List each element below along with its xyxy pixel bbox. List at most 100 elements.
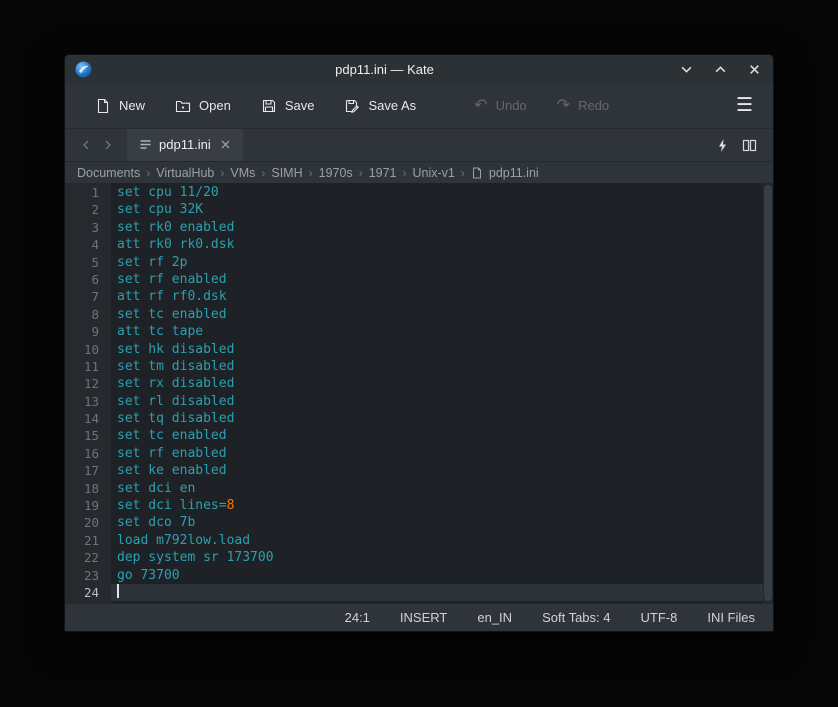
editor-line[interactable]: 5set rf 2p xyxy=(65,254,763,271)
editor-line[interactable]: 20set dco 7b xyxy=(65,514,763,531)
breadcrumb-item-vms[interactable]: VMs xyxy=(228,166,257,180)
status-encoding[interactable]: UTF-8 xyxy=(640,610,677,625)
save-as-button-label: Save As xyxy=(368,98,416,113)
editor-line[interactable]: 9att tc tape xyxy=(65,323,763,340)
line-number: 16 xyxy=(65,445,111,462)
new-button-label: New xyxy=(119,98,145,113)
line-code: set rl disabled xyxy=(111,393,763,410)
line-number: 19 xyxy=(65,497,111,514)
line-code xyxy=(111,584,763,601)
close-icon xyxy=(220,139,231,150)
split-view-button[interactable] xyxy=(736,135,763,156)
line-number: 15 xyxy=(65,427,111,444)
line-code: set dci en xyxy=(111,480,763,497)
save-as-button[interactable]: Save As xyxy=(334,92,426,120)
line-number: 3 xyxy=(65,219,111,236)
close-icon xyxy=(748,63,761,76)
tab-pdp11-ini[interactable]: pdp11.ini xyxy=(127,129,243,161)
text-cursor xyxy=(117,584,119,598)
history-back-button[interactable] xyxy=(75,133,97,157)
save-icon xyxy=(261,98,277,114)
line-code: set rf enabled xyxy=(111,271,763,288)
status-insert-mode[interactable]: INSERT xyxy=(400,610,447,625)
close-button[interactable] xyxy=(745,60,763,78)
breadcrumb-item-simh[interactable]: SIMH xyxy=(269,166,304,180)
editor-line[interactable]: 8set tc enabled xyxy=(65,306,763,323)
line-number: 8 xyxy=(65,306,111,323)
editor-line[interactable]: 3set rk0 enabled xyxy=(65,219,763,236)
editor-line[interactable]: 2set cpu 32K xyxy=(65,201,763,218)
breadcrumb-separator-icon: › xyxy=(216,166,228,180)
window-controls xyxy=(677,60,763,78)
scrollbar-handle[interactable] xyxy=(764,185,772,601)
line-number: 22 xyxy=(65,549,111,566)
editor-line[interactable]: 7att rf rf0.dsk xyxy=(65,288,763,305)
line-code: att rf rf0.dsk xyxy=(111,288,763,305)
editor-line[interactable]: 6set rf enabled xyxy=(65,271,763,288)
editor-line[interactable]: 13set rl disabled xyxy=(65,393,763,410)
breadcrumb-item-1971[interactable]: 1971 xyxy=(367,166,399,180)
breadcrumb-item-pdp11-ini[interactable]: pdp11.ini xyxy=(487,166,541,180)
breadcrumb-item-unix-v1[interactable]: Unix-v1 xyxy=(411,166,457,180)
editor-line[interactable]: 4att rk0 rk0.dsk xyxy=(65,236,763,253)
editor-line[interactable]: 15set tc enabled xyxy=(65,427,763,444)
maximize-button[interactable] xyxy=(711,60,729,78)
breadcrumb-item-documents[interactable]: Documents xyxy=(75,166,142,180)
breadcrumb-item-virtualhub[interactable]: VirtualHub xyxy=(154,166,216,180)
line-number: 11 xyxy=(65,358,111,375)
status-dictionary[interactable]: en_IN xyxy=(477,610,512,625)
chevron-right-icon xyxy=(102,139,114,151)
line-code: set rf enabled xyxy=(111,445,763,462)
status-bar: 24:1 INSERT en_IN Soft Tabs: 4 UTF-8 INI… xyxy=(65,603,773,631)
editor-line[interactable]: 10set hk disabled xyxy=(65,341,763,358)
breadcrumb: Documents › VirtualHub › VMs › SIMH › 19… xyxy=(65,162,773,183)
line-code: set rk0 enabled xyxy=(111,219,763,236)
line-code: set hk disabled xyxy=(111,341,763,358)
line-code: att rk0 rk0.dsk xyxy=(111,236,763,253)
line-code: set rf 2p xyxy=(111,254,763,271)
line-number: 13 xyxy=(65,393,111,410)
breadcrumb-item-1970s[interactable]: 1970s xyxy=(317,166,355,180)
line-number: 4 xyxy=(65,236,111,253)
editor-line[interactable]: 18set dci en xyxy=(65,480,763,497)
hamburger-menu-button[interactable]: ☰ xyxy=(730,92,759,119)
line-number: 12 xyxy=(65,375,111,392)
tab-close-button[interactable] xyxy=(218,137,233,152)
undo-button[interactable]: ↶ Undo xyxy=(464,92,536,120)
line-code: set cpu 32K xyxy=(111,201,763,218)
titlebar[interactable]: pdp11.ini — Kate xyxy=(65,55,773,83)
file-icon xyxy=(471,167,483,179)
main-toolbar: New Open Save Save As ↶ Undo ↷ Redo ☰ xyxy=(65,83,773,129)
line-number: 23 xyxy=(65,567,111,584)
editor-line[interactable]: 17set ke enabled xyxy=(65,462,763,479)
new-button[interactable]: New xyxy=(85,92,155,120)
open-folder-icon xyxy=(175,98,191,114)
editor-line[interactable]: 22dep system sr 173700 xyxy=(65,549,763,566)
tab-label: pdp11.ini xyxy=(159,137,211,152)
line-code: set tc enabled xyxy=(111,427,763,444)
status-file-type[interactable]: INI Files xyxy=(707,610,755,625)
line-number: 24 xyxy=(65,584,111,601)
editor-line[interactable]: 11set tm disabled xyxy=(65,358,763,375)
save-button[interactable]: Save xyxy=(251,92,325,120)
editor-line[interactable]: 12set rx disabled xyxy=(65,375,763,392)
save-as-icon xyxy=(344,98,360,114)
quick-open-button[interactable] xyxy=(709,135,736,156)
editor-line[interactable]: 23go 73700 xyxy=(65,567,763,584)
history-forward-button[interactable] xyxy=(97,133,119,157)
open-button[interactable]: Open xyxy=(165,92,241,120)
text-editor[interactable]: 1set cpu 11/202set cpu 32K3set rk0 enabl… xyxy=(65,183,773,603)
line-code: att tc tape xyxy=(111,323,763,340)
editor-line[interactable]: 21load m792low.load xyxy=(65,532,763,549)
status-tab-mode[interactable]: Soft Tabs: 4 xyxy=(542,610,610,625)
status-cursor-position[interactable]: 24:1 xyxy=(345,610,370,625)
editor-line[interactable]: 1set cpu 11/20 xyxy=(65,184,763,201)
editor-line[interactable]: 16set rf enabled xyxy=(65,445,763,462)
editor-line[interactable]: 24 xyxy=(65,584,763,601)
line-code: go 73700 xyxy=(111,567,763,584)
editor-line[interactable]: 19set dci lines=8 xyxy=(65,497,763,514)
editor-line[interactable]: 14set tq disabled xyxy=(65,410,763,427)
minimize-button[interactable] xyxy=(677,60,695,78)
vertical-scrollbar[interactable] xyxy=(763,183,773,603)
redo-button[interactable]: ↷ Redo xyxy=(547,92,619,120)
